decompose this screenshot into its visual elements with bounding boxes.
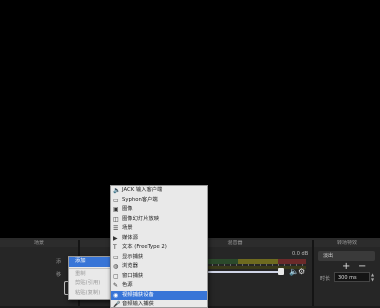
- scenes-dock-title: 场景: [0, 240, 78, 247]
- add-source-submenu: 🔈 JACK 输入客户端 ▭ Syphon客户端 ▣ 图像 ◫ 图像幻灯片放映 …: [110, 185, 208, 308]
- remove-transition-button[interactable]: −: [358, 261, 366, 272]
- menu-item-jack-input[interactable]: 🔈 JACK 输入客户端: [111, 186, 207, 196]
- menu-item-label: 图像: [122, 206, 133, 212]
- sources-label-remove: 移: [56, 272, 62, 278]
- slideshow-icon: ◫: [113, 215, 119, 223]
- display-icon: ▭: [113, 253, 119, 261]
- menu-item-image-slideshow[interactable]: ◫ 图像幻灯片放映: [111, 215, 207, 225]
- monitor-icon: ▭: [113, 196, 119, 204]
- menu-item-audio-input[interactable]: 🎤 音频输入捕获: [111, 300, 207, 308]
- menu-item-video-capture[interactable]: ◉ 视频捕获设备: [111, 290, 207, 300]
- menu-item-label: 媒体源: [122, 234, 138, 241]
- menu-item-scene[interactable]: ☰ 场景: [111, 224, 207, 234]
- duration-input[interactable]: 300 ms: [334, 272, 370, 282]
- menu-item-image[interactable]: ▣ 图像: [111, 205, 207, 215]
- transition-select[interactable]: 淡出: [318, 251, 375, 261]
- add-transition-button[interactable]: +: [342, 261, 350, 272]
- menu-item-browser[interactable]: ◍ 浏览器: [111, 262, 207, 272]
- speaker-icon: 🔈: [113, 187, 121, 194]
- menu-item-label: 视频捕获设备: [122, 291, 154, 298]
- mixer-db-value: 0.0 dB: [292, 251, 309, 257]
- menu-item-media-source[interactable]: ▶ 媒体源: [111, 234, 207, 244]
- scenes-dock: [0, 247, 78, 306]
- menu-item-window-capture[interactable]: ▢ 窗口捕获: [111, 272, 207, 282]
- dock-separator[interactable]: [312, 240, 314, 306]
- menu-item-label: 显示捕获: [122, 253, 144, 260]
- text-icon: T: [113, 244, 117, 251]
- media-icon: ▶: [113, 234, 118, 242]
- menu-item-label: 添加: [75, 258, 86, 264]
- duration-label: 时长: [320, 276, 331, 282]
- menu-item-label: 窗口捕获: [122, 272, 144, 279]
- menu-item-text[interactable]: T 文本 (FreeType 2): [111, 243, 207, 253]
- menu-item-label: Syphon客户端: [122, 196, 158, 203]
- menu-item-label: 文本 (FreeType 2): [122, 244, 167, 250]
- window-icon: ▢: [113, 272, 119, 280]
- duration-spinner[interactable]: ▲ ▼: [371, 272, 376, 282]
- camera-icon: ◉: [113, 291, 119, 299]
- list-icon: ☰: [113, 225, 119, 232]
- transitions-dock-title: 转场特效: [314, 240, 380, 247]
- menu-item-label: 音频输入捕获: [122, 301, 154, 307]
- menu-item-label: 色源: [122, 282, 133, 288]
- menu-item-display-capture[interactable]: ▭ 显示捕获: [111, 253, 207, 263]
- sources-label-add: 添: [56, 259, 62, 265]
- microphone-icon: 🎤: [113, 301, 121, 308]
- brush-icon: ✎: [113, 282, 119, 289]
- menu-item-label: JACK 输入客户端: [122, 187, 163, 193]
- menu-item-label: 图像幻灯片放映: [122, 215, 160, 222]
- menu-item-color-source[interactable]: ✎ 色源: [111, 281, 207, 291]
- gear-icon[interactable]: ⚙: [298, 267, 305, 276]
- volume-slider-handle[interactable]: [278, 268, 284, 275]
- menu-item-label: 场景: [122, 225, 133, 231]
- menu-item-syphon-client[interactable]: ▭ Syphon客户端: [111, 196, 207, 206]
- globe-icon: ◍: [113, 263, 119, 270]
- menu-item-label: 浏览器: [122, 263, 138, 269]
- image-icon: ▣: [113, 206, 119, 213]
